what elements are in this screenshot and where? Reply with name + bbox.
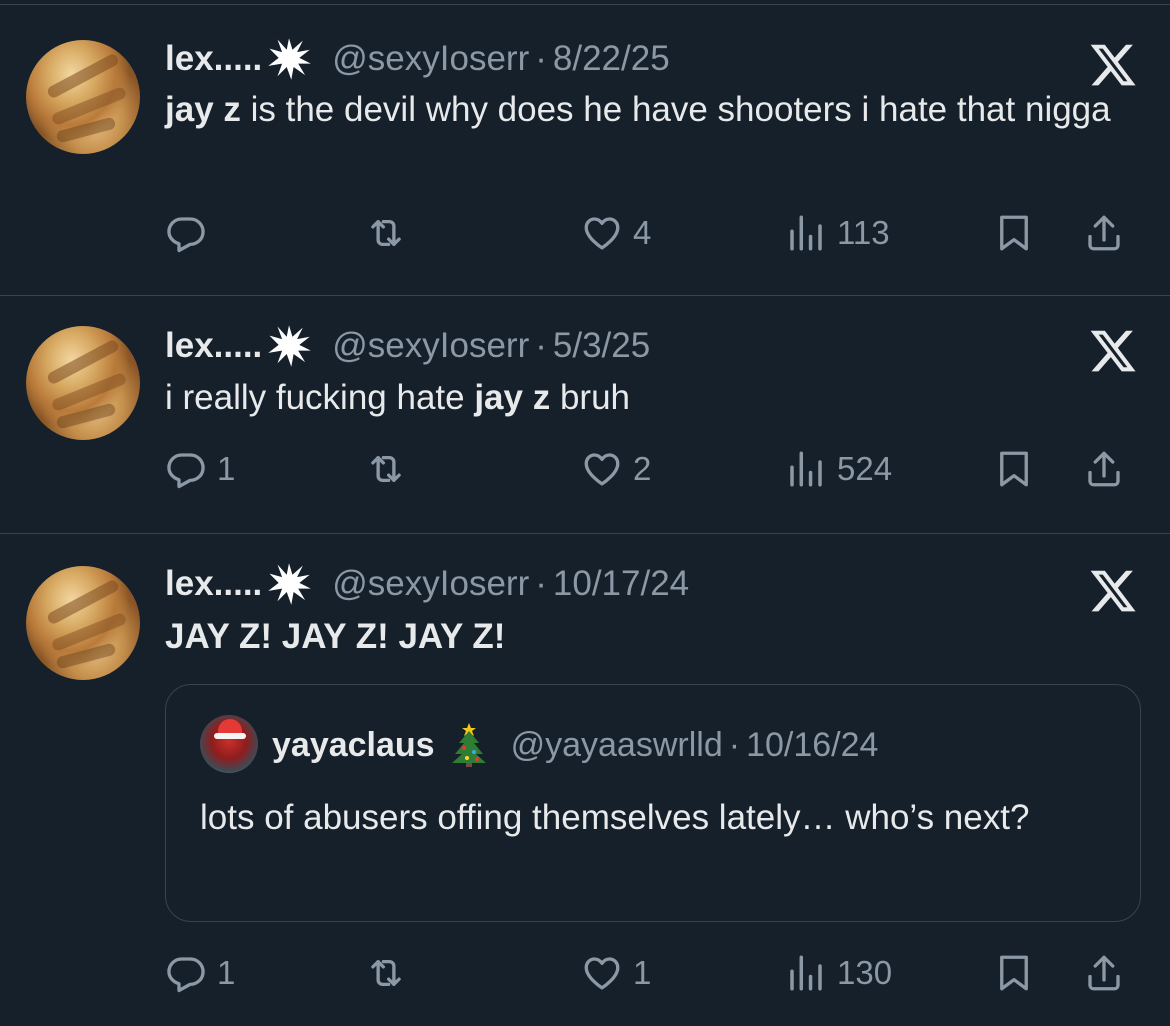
bookmark-icon — [1000, 955, 1028, 991]
repost-icon — [371, 959, 401, 987]
reply-button[interactable]: 1 — [165, 948, 235, 998]
like-button[interactable]: 1 — [581, 948, 651, 998]
share-button[interactable] — [1083, 948, 1125, 998]
avatar[interactable] — [26, 566, 140, 680]
heart-icon — [584, 957, 620, 990]
tweet-header: lex..... @sexyIoserr · 10/17/24 — [165, 561, 689, 607]
tweet-date[interactable]: 10/17/24 — [553, 564, 689, 604]
share-icon — [1088, 955, 1120, 991]
tweet-text: JAY Z! JAY Z! JAY Z! — [165, 613, 1140, 660]
quoted-tweet[interactable]: yayaclaus @yayaaswrlld · 10/16/24 lots o… — [165, 684, 1141, 922]
like-count: 1 — [633, 954, 652, 991]
quoted-tweet-header: yayaclaus @yayaaswrlld · 10/16/24 — [272, 723, 878, 767]
reply-icon — [167, 957, 205, 993]
x-logo-icon — [1090, 570, 1136, 612]
views-icon — [790, 955, 822, 991]
tweet-text-part: JAY Z! JAY Z! JAY Z! — [165, 617, 506, 656]
repost-button[interactable] — [365, 948, 417, 998]
author-name[interactable]: lex..... — [165, 564, 262, 604]
tweet-feed: lex..... @sexyIoserr · 8/22/25 jay z is … — [0, 0, 1170, 1026]
quoted-tweet-text: lots of abusers offing themselves lately… — [200, 798, 1030, 837]
quoted-author-handle: @yayaaswrlld — [510, 725, 723, 764]
separator-dot: · — [535, 564, 547, 603]
bookmark-button[interactable] — [993, 948, 1035, 998]
view-count: 130 — [837, 954, 893, 991]
burst-icon — [268, 563, 312, 605]
tweet-3[interactable]: lex..... @sexyIoserr · 10/17/24 JAY Z! J… — [0, 0, 1170, 1026]
author-handle[interactable]: @sexyIoserr — [332, 564, 529, 604]
views-button[interactable]: 130 — [785, 948, 892, 998]
quoted-author-name: yayaclaus — [272, 725, 435, 764]
quoted-tweet-date: 10/16/24 — [746, 725, 879, 764]
quoted-avatar[interactable] — [200, 715, 258, 773]
separator-dot: · — [728, 725, 741, 764]
christmas-tree-emoji — [449, 723, 489, 767]
tweet-actions: 1 1 130 — [165, 948, 1140, 998]
reply-count: 1 — [217, 954, 236, 991]
